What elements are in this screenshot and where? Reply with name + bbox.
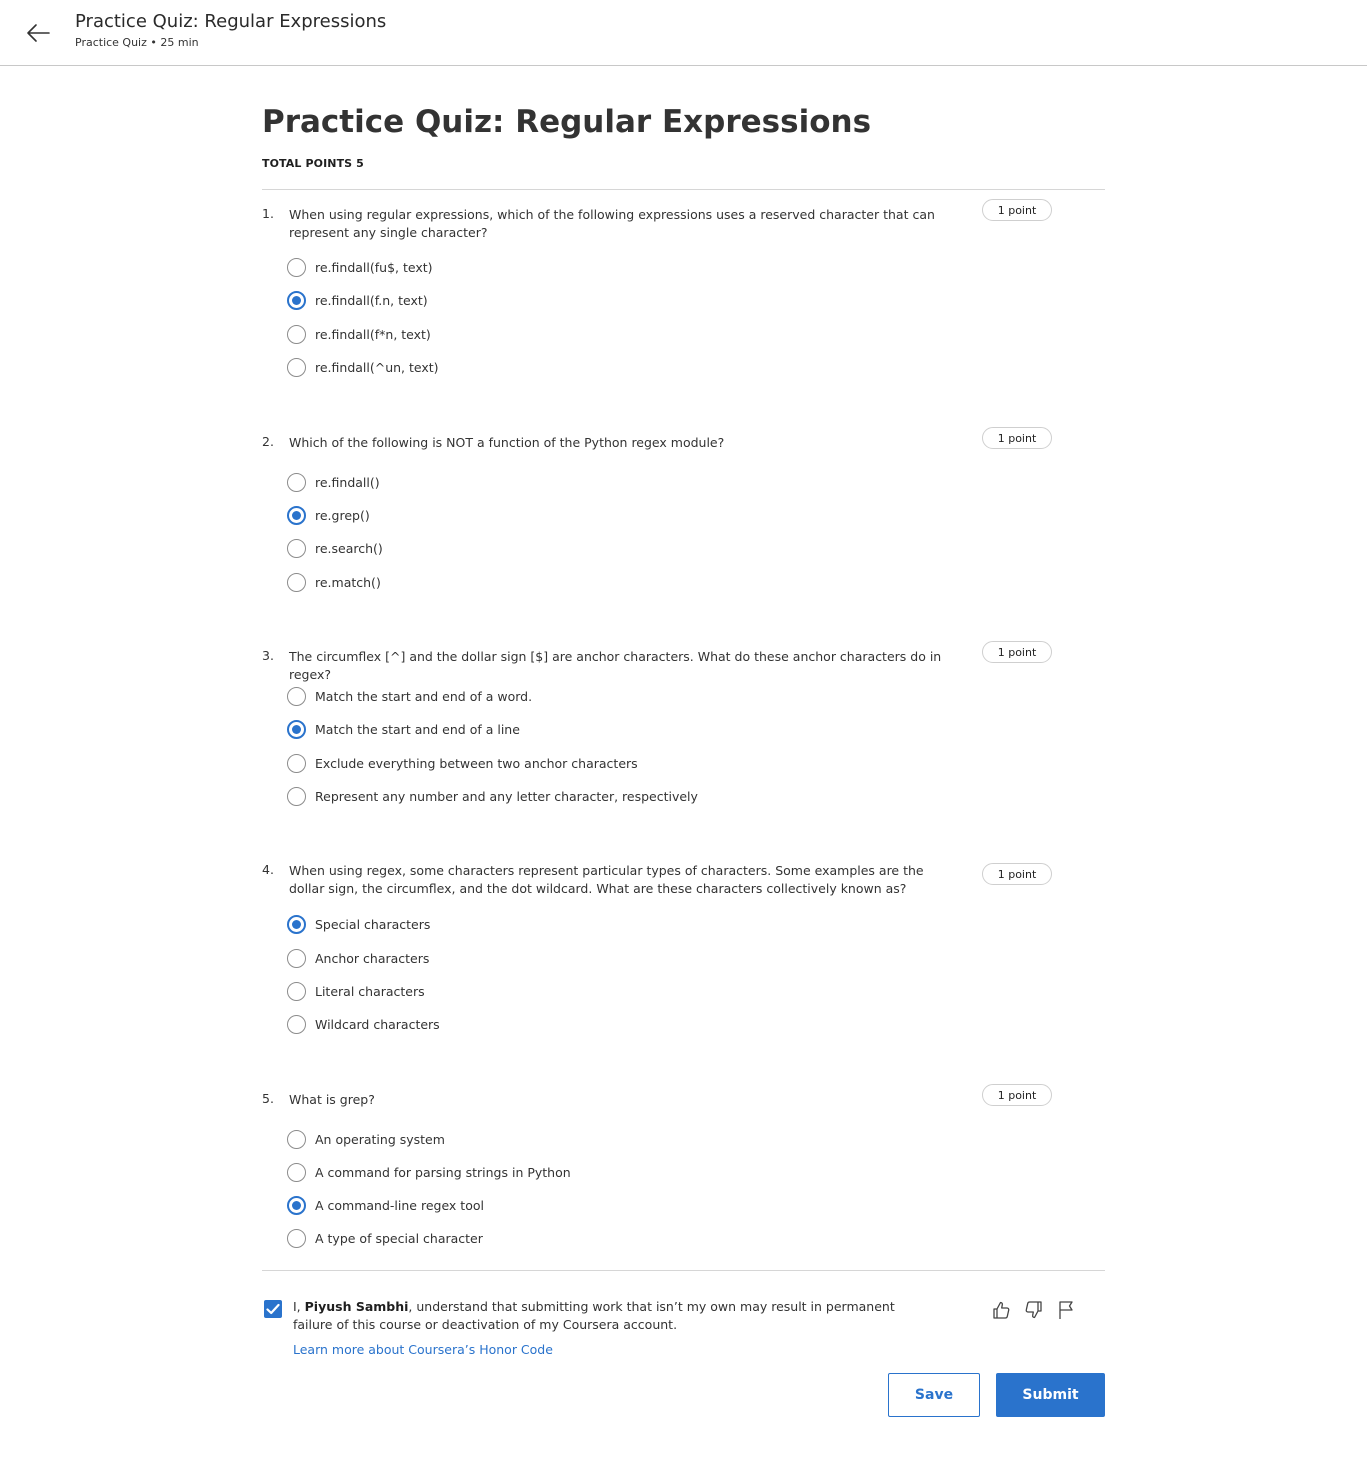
divider [262, 189, 1105, 190]
flag-icon [1059, 1301, 1073, 1319]
question-text: The circumflex [^] and the dollar sign [… [289, 649, 942, 682]
option-radio[interactable]: An operating system [287, 1128, 445, 1150]
option-radio[interactable]: Match the start and end of a word. [287, 685, 532, 707]
page-title: Practice Quiz: Regular Expressions [262, 104, 872, 140]
dislike-button[interactable] [1023, 1299, 1045, 1321]
radio-button[interactable] [287, 472, 306, 492]
option-radio[interactable]: Match the start and end of a line [287, 718, 520, 740]
option-radio[interactable]: A command-line regex tool [287, 1194, 484, 1216]
option-radio[interactable]: Special characters [287, 913, 430, 935]
option-label: re.findall(f.n, text) [315, 292, 428, 308]
radio-button[interactable] [287, 686, 306, 706]
learner-name: Piyush Sambhi [304, 1299, 409, 1314]
question-number: 3. [262, 648, 274, 663]
option-radio[interactable]: Exclude everything between two anchor ch… [287, 752, 638, 774]
points-badge: 1 point [982, 199, 1052, 221]
question-text: When using regex, some characters repres… [289, 863, 924, 896]
radio-button[interactable] [287, 290, 306, 310]
radio-button[interactable] [287, 1129, 306, 1149]
points-badge: 1 point [982, 427, 1052, 449]
question-number: 4. [262, 862, 274, 877]
radio-button[interactable] [287, 981, 306, 1001]
option-label: Represent any number and any letter char… [315, 788, 698, 804]
radio-button[interactable] [287, 538, 306, 558]
option-label: A command for parsing strings in Python [315, 1164, 571, 1180]
total-points: TOTAL POINTS 5 [262, 157, 364, 170]
option-label: Anchor characters [315, 950, 430, 966]
header-subtitle: Practice Quiz • 25 min [75, 36, 199, 49]
radio-button[interactable] [287, 914, 306, 934]
option-radio[interactable]: Anchor characters [287, 947, 429, 969]
option-radio[interactable]: Literal characters [287, 980, 425, 1002]
points-badge: 1 point [982, 641, 1052, 663]
radio-button[interactable] [287, 1014, 306, 1034]
option-label: Special characters [315, 916, 431, 932]
radio-button[interactable] [287, 324, 306, 344]
arrow-left-icon [27, 24, 50, 42]
honor-code-statement: I, Piyush Sambhi, understand that submit… [293, 1298, 903, 1334]
top-bar: Practice Quiz: Regular Expressions Pract… [0, 0, 1367, 66]
points-badge: 1 point [982, 863, 1052, 885]
radio-button[interactable] [287, 786, 306, 806]
option-radio[interactable]: re.findall(^un, text) [287, 356, 439, 378]
radio-button[interactable] [287, 948, 306, 968]
checkmark-icon [266, 1303, 280, 1315]
radio-button[interactable] [287, 572, 306, 592]
option-label: Match the start and end of a word. [315, 688, 533, 704]
option-radio[interactable]: re.findall() [287, 471, 380, 493]
option-label: re.findall(^un, text) [315, 359, 439, 375]
option-label: re.grep() [315, 507, 370, 523]
thumbs-down-icon [1025, 1301, 1042, 1319]
honor-prefix: I, [293, 1299, 305, 1314]
option-label: Match the start and end of a line [315, 721, 520, 737]
honor-code-link[interactable]: Learn more about Coursera’s Honor Code [293, 1342, 553, 1357]
option-radio[interactable]: re.findall(fu$, text) [287, 256, 433, 278]
radio-button[interactable] [287, 719, 306, 739]
option-radio[interactable]: A command for parsing strings in Python [287, 1161, 571, 1183]
option-label: re.findall(f*n, text) [315, 326, 431, 342]
divider [262, 1270, 1105, 1271]
report-button[interactable] [1055, 1299, 1077, 1321]
question-number: 2. [262, 434, 274, 449]
option-radio[interactable]: re.findall(f*n, text) [287, 323, 431, 345]
question-text: When using regular expressions, which of… [289, 207, 935, 240]
points-badge: 1 point [982, 1084, 1052, 1106]
option-label: A type of special character [315, 1230, 483, 1246]
radio-button[interactable] [287, 357, 306, 377]
option-radio[interactable]: re.match() [287, 571, 381, 593]
radio-button[interactable] [287, 1162, 306, 1182]
option-label: Wildcard characters [315, 1016, 440, 1032]
save-button[interactable]: Save [888, 1373, 980, 1417]
option-radio[interactable]: Wildcard characters [287, 1013, 440, 1035]
option-label: Exclude everything between two anchor ch… [315, 755, 638, 771]
honor-code-checkbox[interactable] [264, 1300, 282, 1318]
option-label: Literal characters [315, 983, 425, 999]
header-title: Practice Quiz: Regular Expressions [75, 11, 387, 32]
option-label: A command-line regex tool [315, 1197, 484, 1213]
thumbs-up-icon [993, 1301, 1010, 1319]
option-label: An operating system [315, 1131, 445, 1147]
question-number: 5. [262, 1091, 274, 1106]
back-button[interactable] [22, 17, 54, 49]
submit-button[interactable]: Submit [996, 1373, 1105, 1417]
option-radio[interactable]: re.grep() [287, 504, 370, 526]
option-label: re.search() [315, 540, 383, 556]
question-text: What is grep? [289, 1092, 375, 1107]
question-text: Which of the following is NOT a function… [289, 435, 725, 450]
radio-button[interactable] [287, 505, 306, 525]
option-label: re.findall() [315, 474, 380, 490]
option-label: re.findall(fu$, text) [315, 259, 433, 275]
like-button[interactable] [990, 1299, 1012, 1321]
radio-button[interactable] [287, 1195, 306, 1215]
question-number: 1. [262, 206, 274, 221]
option-radio[interactable]: re.findall(f.n, text) [287, 289, 428, 311]
option-label: re.match() [315, 574, 381, 590]
option-radio[interactable]: re.search() [287, 537, 383, 559]
radio-button[interactable] [287, 1228, 306, 1248]
radio-button[interactable] [287, 257, 306, 277]
radio-button[interactable] [287, 753, 306, 773]
option-radio[interactable]: A type of special character [287, 1227, 483, 1249]
option-radio[interactable]: Represent any number and any letter char… [287, 785, 698, 807]
